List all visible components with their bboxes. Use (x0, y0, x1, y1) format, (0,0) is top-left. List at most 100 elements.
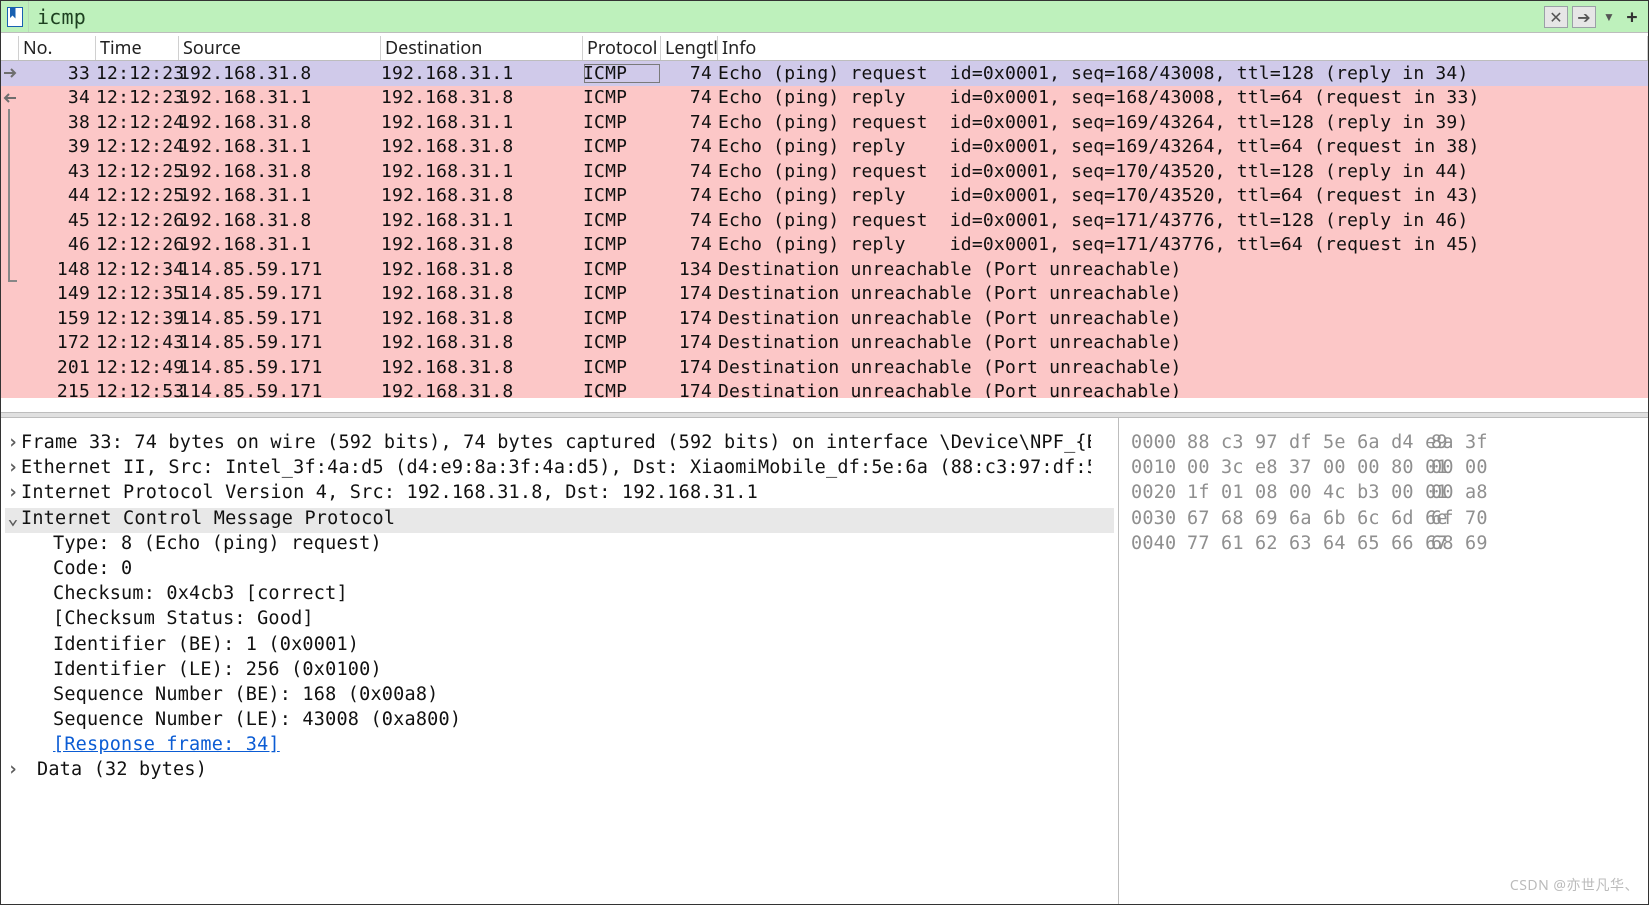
add-filter-button[interactable]: + (1622, 3, 1642, 30)
packet-time: 12:12:23 (96, 87, 179, 108)
expand-icon[interactable]: › (5, 482, 21, 503)
packet-no: 43 (19, 161, 96, 182)
tree-node-label: Ethernet II, Src: Intel_3f:4a:d5 (d4:e9:… (21, 457, 1091, 478)
packet-destination: 192.168.31.8 (381, 87, 583, 108)
tree-node[interactable]: Checksum: 0x4cb3 [correct] (5, 583, 1114, 608)
hex-row[interactable]: 000088 c3 97 df 5e 6a d4 e9 8a 3f (1131, 432, 1640, 457)
tree-node-label: Internet Control Message Protocol (21, 508, 395, 529)
col-header-length[interactable]: Lengtl (661, 36, 718, 60)
display-filter-input[interactable] (29, 1, 1544, 32)
packet-source: 192.168.31.1 (179, 185, 381, 206)
tree-node-label: Type: 8 (Echo (ping) request) (21, 533, 382, 554)
packet-row[interactable]: 14912:12:35114.85.59.171192.168.31.8ICMP… (1, 282, 1648, 307)
gutter (1, 306, 19, 331)
packet-protocol: ICMP (583, 357, 661, 378)
packet-protocol: ICMP (583, 283, 661, 304)
packet-info: Destination unreachable (Port unreachabl… (718, 308, 1644, 329)
packet-time: 12:12:26 (96, 210, 179, 231)
packet-no: 201 (19, 357, 96, 378)
tree-node[interactable]: ›Frame 33: 74 bytes on wire (592 bits), … (5, 432, 1114, 457)
hex-offset: 0030 (1131, 508, 1187, 533)
packet-length: 74 (661, 234, 718, 255)
tree-node[interactable]: ›Ethernet II, Src: Intel_3f:4a:d5 (d4:e9… (5, 457, 1114, 482)
col-header-info[interactable]: Info (718, 36, 1648, 60)
tree-node[interactable]: Identifier (BE): 1 (0x0001) (5, 634, 1114, 659)
packet-destination: 192.168.31.8 (381, 185, 583, 206)
filter-bookmark-button[interactable] (1, 1, 29, 32)
packet-info: Echo (ping) request id=0x0001, seq=171/4… (718, 210, 1644, 231)
tree-node-label: Data (32 bytes) (21, 759, 207, 780)
packet-length: 74 (661, 63, 718, 84)
packet-time: 12:12:25 (96, 185, 179, 206)
packet-info: Destination unreachable (Port unreachabl… (718, 357, 1644, 378)
col-header-protocol[interactable]: Protocol (583, 36, 661, 60)
tree-node[interactable]: ›Data (32 bytes) (5, 759, 1114, 784)
packet-length: 74 (661, 161, 718, 182)
packet-row[interactable]: 4612:12:26192.168.31.1192.168.31.8ICMP74… (1, 233, 1648, 258)
tree-node[interactable]: Identifier (LE): 256 (0x0100) (5, 659, 1114, 684)
tree-node-label: Internet Protocol Version 4, Src: 192.16… (21, 482, 758, 503)
packet-row[interactable]: 3412:12:23192.168.31.1192.168.31.8ICMP74… (1, 86, 1648, 111)
packet-row[interactable]: 17212:12:43114.85.59.171192.168.31.8ICMP… (1, 331, 1648, 356)
hex-row[interactable]: 003067 68 69 6a 6b 6c 6d 6e 6f 70 (1131, 508, 1640, 533)
packet-destination: 192.168.31.8 (381, 332, 583, 353)
hex-row[interactable]: 004077 61 62 63 64 65 66 67 68 69 (1131, 533, 1640, 558)
packet-list-pane[interactable]: 3312:12:23192.168.31.8192.168.31.1ICMP74… (1, 61, 1648, 412)
packet-source: 114.85.59.171 (179, 283, 381, 304)
packet-no: 38 (19, 112, 96, 133)
packet-protocol: ICMP (583, 161, 661, 182)
clear-filter-button[interactable] (1544, 6, 1568, 28)
col-header-time[interactable]: Time (96, 36, 179, 60)
tree-node[interactable]: Sequence Number (BE): 168 (0x00a8) (5, 684, 1114, 709)
tree-node[interactable]: ›Internet Protocol Version 4, Src: 192.1… (5, 482, 1114, 507)
packet-row[interactable]: 14812:12:34114.85.59.171192.168.31.8ICMP… (1, 257, 1648, 282)
packet-destination: 192.168.31.8 (381, 136, 583, 157)
apply-filter-button[interactable] (1572, 6, 1596, 28)
packet-info: Echo (ping) request id=0x0001, seq=170/4… (718, 161, 1644, 182)
packet-row[interactable]: 4412:12:25192.168.31.1192.168.31.8ICMP74… (1, 184, 1648, 209)
packet-no: 149 (19, 283, 96, 304)
tree-node[interactable]: ⌄Internet Control Message Protocol (5, 508, 1114, 533)
packet-destination: 192.168.31.8 (381, 234, 583, 255)
hex-row[interactable]: 00201f 01 08 00 4c b3 00 01 00 a8 (1131, 482, 1640, 507)
packet-source: 192.168.31.8 (179, 112, 381, 133)
packet-length: 74 (661, 185, 718, 206)
packet-destination: 192.168.31.8 (381, 259, 583, 280)
packet-bytes-pane[interactable]: 000088 c3 97 df 5e 6a d4 e9 8a 3f001000 … (1119, 418, 1648, 904)
packet-protocol: ICMP (583, 185, 661, 206)
packet-destination: 192.168.31.1 (381, 112, 583, 133)
collapse-icon[interactable]: ⌄ (5, 508, 21, 529)
packet-row[interactable]: 3312:12:23192.168.31.8192.168.31.1ICMP74… (1, 61, 1648, 86)
tree-node[interactable]: Sequence Number (LE): 43008 (0xa800) (5, 709, 1114, 734)
packet-row[interactable]: 4312:12:25192.168.31.8192.168.31.1ICMP74… (1, 159, 1648, 184)
packet-no: 39 (19, 136, 96, 157)
packet-source: 192.168.31.1 (179, 234, 381, 255)
tree-node-label[interactable]: [Response frame: 34] (21, 734, 280, 755)
tree-node[interactable]: Type: 8 (Echo (ping) request) (5, 533, 1114, 558)
tree-node[interactable]: [Response frame: 34] (5, 734, 1114, 759)
packet-protocol: ICMP (583, 63, 661, 84)
packet-row[interactable]: 4512:12:26192.168.31.8192.168.31.1ICMP74… (1, 208, 1648, 233)
expand-icon[interactable]: › (5, 432, 21, 453)
filter-history-dropdown[interactable]: ▼ (1600, 8, 1618, 25)
tree-node-label: Code: 0 (21, 558, 132, 579)
expand-icon[interactable]: › (5, 759, 21, 780)
packet-details-pane[interactable]: ›Frame 33: 74 bytes on wire (592 bits), … (1, 418, 1119, 904)
tree-node[interactable]: [Checksum Status: Good] (5, 608, 1114, 633)
packet-destination: 192.168.31.1 (381, 210, 583, 231)
packet-source: 192.168.31.8 (179, 210, 381, 231)
filter-toolbar: ▼ + (1544, 1, 1648, 32)
col-header-source[interactable]: Source (179, 36, 381, 60)
packet-info: Destination unreachable (Port unreachabl… (718, 283, 1644, 304)
col-header-destination[interactable]: Destination (381, 36, 583, 60)
packet-row[interactable]: 20112:12:49114.85.59.171192.168.31.8ICMP… (1, 355, 1648, 380)
col-header-no[interactable]: No. (19, 36, 96, 60)
tree-node-label: Sequence Number (LE): 43008 (0xa800) (21, 709, 461, 730)
hex-row[interactable]: 001000 3c e8 37 00 00 80 01 00 00 (1131, 457, 1640, 482)
packet-row[interactable]: 3912:12:24192.168.31.1192.168.31.8ICMP74… (1, 135, 1648, 160)
expand-icon[interactable]: › (5, 457, 21, 478)
packet-row[interactable]: 15912:12:39114.85.59.171192.168.31.8ICMP… (1, 306, 1648, 331)
packet-row[interactable]: 3812:12:24192.168.31.8192.168.31.1ICMP74… (1, 110, 1648, 135)
packet-destination: 192.168.31.1 (381, 63, 583, 84)
tree-node[interactable]: Code: 0 (5, 558, 1114, 583)
